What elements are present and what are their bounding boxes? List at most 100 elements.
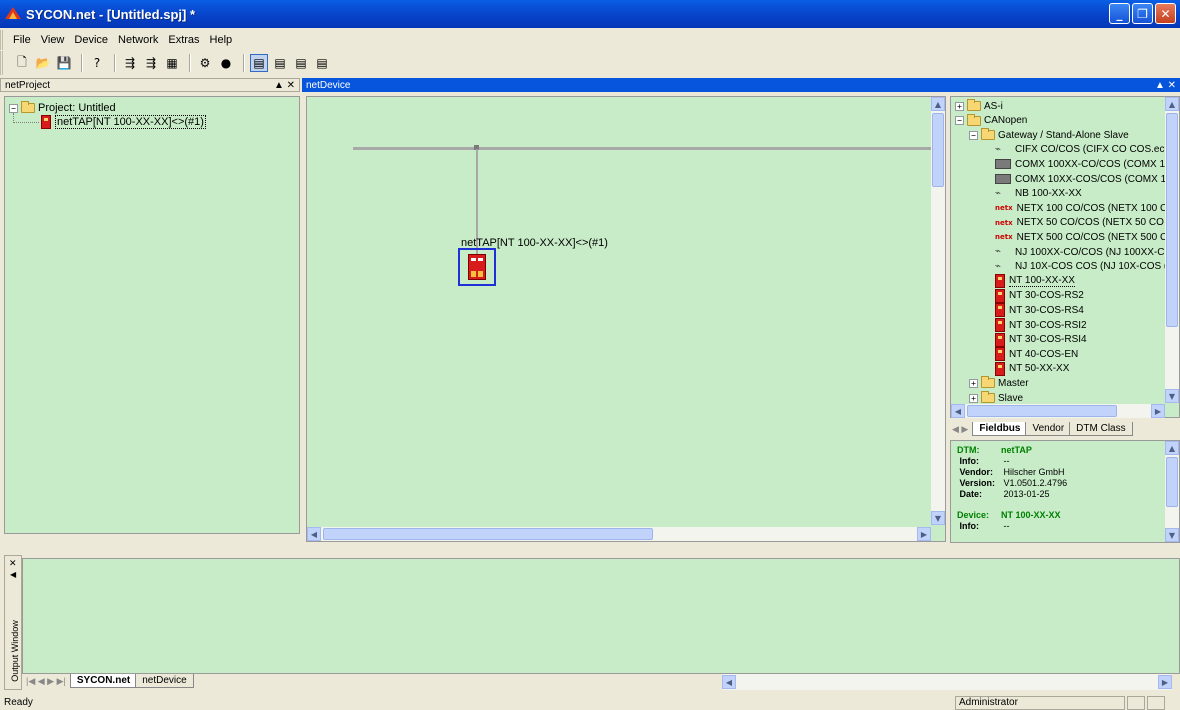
catalog-folder-gateway[interactable]: − Gateway / Stand-Alone Slave [969,128,1129,142]
scroll-right-icon[interactable]: ▶ [917,527,931,541]
catalog-icon[interactable]: ▦ [163,54,181,72]
catalog-item-nb100[interactable]: ⌁ NB 100-XX-XX [995,187,1082,201]
canvas-hscroll[interactable]: ◀ ▶ [307,527,931,541]
restore-button[interactable]: ❐ [1132,3,1153,24]
catalog-item-netx50[interactable]: netx NETX 50 CO/COS (NETX 50 CO ( [995,216,1170,230]
collapse-icon[interactable]: − [9,103,18,113]
collapse-icon[interactable]: − [955,116,964,126]
tab-dtm-class[interactable]: DTM Class [1069,422,1133,436]
output-hscroll[interactable]: ◀ ▶ [722,674,1172,690]
network-canvas[interactable]: netTAP[NT 100-XX-XX]<>(#1) ▲ ▼ ◀ ▶ [306,96,946,542]
comx-module-icon [995,159,1011,170]
output-close-icon[interactable]: ✕ [9,558,17,569]
canvas-vscroll[interactable]: ▲ ▼ [931,97,945,525]
output-window [22,558,1180,674]
catalog-item-nt30-rs2[interactable]: NT 30-COS-RS2 [995,288,1084,303]
info-info-key: Info: [959,456,980,466]
tree-node-nettap[interactable]: netTAP[NT 100-XX-XX]<>(#1) [41,115,206,129]
scroll-left-icon[interactable]: ◀ [307,527,321,541]
catalog-item-label: AS-i [984,100,1003,112]
catalog-item-netx500[interactable]: netx NETX 500 CO/COS (NETX 500 C [995,230,1167,244]
catalog-folder-canopen[interactable]: − CANopen [955,113,1027,128]
catalog-item-cifx[interactable]: ⌁ CIFX CO/COS (CIFX CO COS.ec [995,143,1164,157]
info-date-value: 2013-01-25 [1003,489,1050,499]
catalog-item-nt40[interactable]: NT 40-COS-EN [995,347,1079,362]
network-tree-icon[interactable]: ⇶ [142,54,160,72]
stop-icon[interactable]: ● [217,54,235,72]
expand-icon[interactable]: + [955,101,964,111]
catalog-item-nt50[interactable]: NT 50-XX-XX [995,361,1070,376]
menu-network[interactable]: Network [118,34,158,46]
info-dtm-key: DTM: [957,445,980,455]
catalog-item-label: NT 100-XX-XX [1009,275,1075,288]
folder-icon [21,101,35,113]
catalog-item-nt100[interactable]: NT 100-XX-XX [995,274,1075,289]
canvas-device-box[interactable] [458,248,496,286]
network-scan-icon[interactable]: ⇶ [121,54,139,72]
catalog-folder-slave[interactable]: + Slave [969,391,1023,405]
netdevice-close-icon[interactable]: ▲ ✕ [1155,80,1176,91]
info-date-key: Date: [959,489,983,499]
catalog-item-label: Master [998,377,1029,389]
menu-file[interactable]: File [13,34,31,46]
catalog-item-nj10x[interactable]: ⌁ NJ 10X-COS COS (NJ 10X-COS ( [995,260,1167,274]
catalog-folder-master[interactable]: + Master [969,376,1029,390]
catalog-item-label: NT 50-XX-XX [1009,363,1070,375]
scroll-right-icon[interactable]: ▶ [1158,675,1172,689]
scroll-up-icon[interactable]: ▲ [1165,441,1179,455]
view-info-icon[interactable]: ▤ [313,54,331,72]
view-project-icon[interactable]: ▤ [250,54,268,72]
close-button[interactable]: ✕ [1155,3,1176,24]
menu-device[interactable]: Device [74,34,108,46]
catalog-hscroll[interactable]: ◀ ▶ [951,404,1165,418]
catalog-item-nt30-rsi2[interactable]: NT 30-COS-RSI2 [995,318,1087,332]
scroll-down-icon[interactable]: ▼ [931,511,945,525]
tree-node-project[interactable]: − Project: Untitled [9,101,116,115]
tab-netdevice[interactable]: netDevice [135,674,194,688]
folder-icon [967,113,981,126]
catalog-item-netx100[interactable]: netx NETX 100 CO/COS (NETX 100 C [995,201,1167,215]
open-folder-icon[interactable]: 📂 [34,54,52,72]
scroll-down-icon[interactable]: ▼ [1165,389,1179,403]
scroll-left-icon[interactable]: ◀ [951,404,965,418]
scroll-left-icon[interactable]: ◀ [722,675,736,689]
catalog-item-label: Gateway / Stand-Alone Slave [998,129,1129,141]
scroll-right-icon[interactable]: ▶ [1151,404,1165,418]
scroll-up-icon[interactable]: ▲ [931,97,945,111]
catalog-item-comx100[interactable]: COMX 100XX-CO/COS (COMX 1( [995,157,1168,171]
expand-icon[interactable]: + [969,378,978,388]
catalog-vscroll[interactable]: ▲ ▼ [1165,97,1179,403]
info-info2-key: Info: [959,521,980,531]
netx-chip-icon: netx [995,204,1013,213]
catalog-item-nt30-rs4[interactable]: NT 30-COS-RS4 [995,303,1084,318]
netx-chip-icon: netx [995,218,1013,227]
scroll-down-icon[interactable]: ▼ [1165,528,1179,542]
folder-icon [967,99,981,111]
catalog-item-nt30-rsi4[interactable]: NT 30-COS-RSI4 [995,332,1087,347]
help-icon[interactable]: ? [88,54,106,72]
output-pin-icon[interactable]: ◀ [10,570,16,579]
view-output-icon[interactable]: ▤ [292,54,310,72]
menu-help[interactable]: Help [210,34,233,46]
tab-sycon-net[interactable]: SYCON.net [69,674,138,688]
save-icon[interactable]: 💾 [55,54,73,72]
menu-extras[interactable]: Extras [168,34,199,46]
nettap-device-image [468,254,486,280]
expand-icon[interactable]: + [969,393,978,403]
menu-view[interactable]: View [41,34,65,46]
new-file-icon[interactable]: 🗋 [13,54,31,72]
tab-vendor[interactable]: Vendor [1025,422,1072,436]
collapse-icon[interactable]: − [969,130,978,140]
scroll-up-icon[interactable]: ▲ [1165,97,1179,111]
connect-icon[interactable]: ⚙ [196,54,214,72]
catalog-item-nj100xx[interactable]: ⌁ NJ 100XX-CO/COS (NJ 100XX-C [995,245,1165,259]
device-cable-icon: ⌁ [995,143,1002,155]
catalog-item-label: NT 40-COS-EN [1009,348,1079,360]
catalog-folder-asi[interactable]: + AS-i [955,99,1003,113]
minimize-button[interactable]: _ [1109,3,1130,24]
tab-fieldbus[interactable]: Fieldbus [972,422,1028,436]
netproject-close-icon[interactable]: ▲ ✕ [274,80,295,91]
info-vscroll[interactable]: ▲ ▼ [1165,441,1179,542]
view-catalog-icon[interactable]: ▤ [271,54,289,72]
catalog-item-comx10[interactable]: COMX 10XX-COS/COS (COMX 1( [995,172,1169,186]
